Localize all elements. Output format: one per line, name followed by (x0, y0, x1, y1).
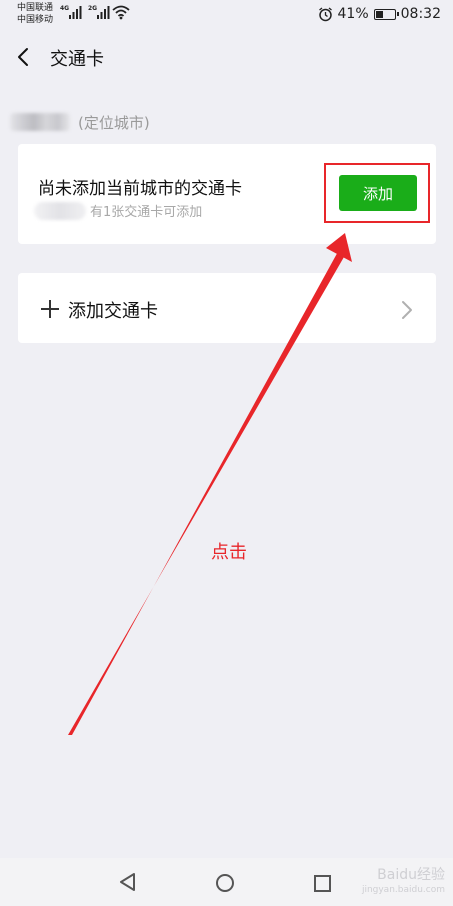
system-recents-icon[interactable] (314, 875, 331, 892)
system-home-icon[interactable] (216, 874, 234, 892)
watermark-subtext: jingyan.baidu.com (361, 885, 445, 895)
system-back-icon[interactable] (118, 872, 138, 892)
arrow-shaft (68, 248, 348, 735)
click-annotation-label: 点击 (211, 542, 247, 563)
system-navigation-bar: Baidu经验 jingyan.baidu.com (0, 858, 453, 906)
watermark: Baidu经验 jingyan.baidu.com (362, 868, 445, 898)
annotation-arrow (68, 233, 352, 735)
watermark-text: Baidu经验 (377, 867, 445, 883)
